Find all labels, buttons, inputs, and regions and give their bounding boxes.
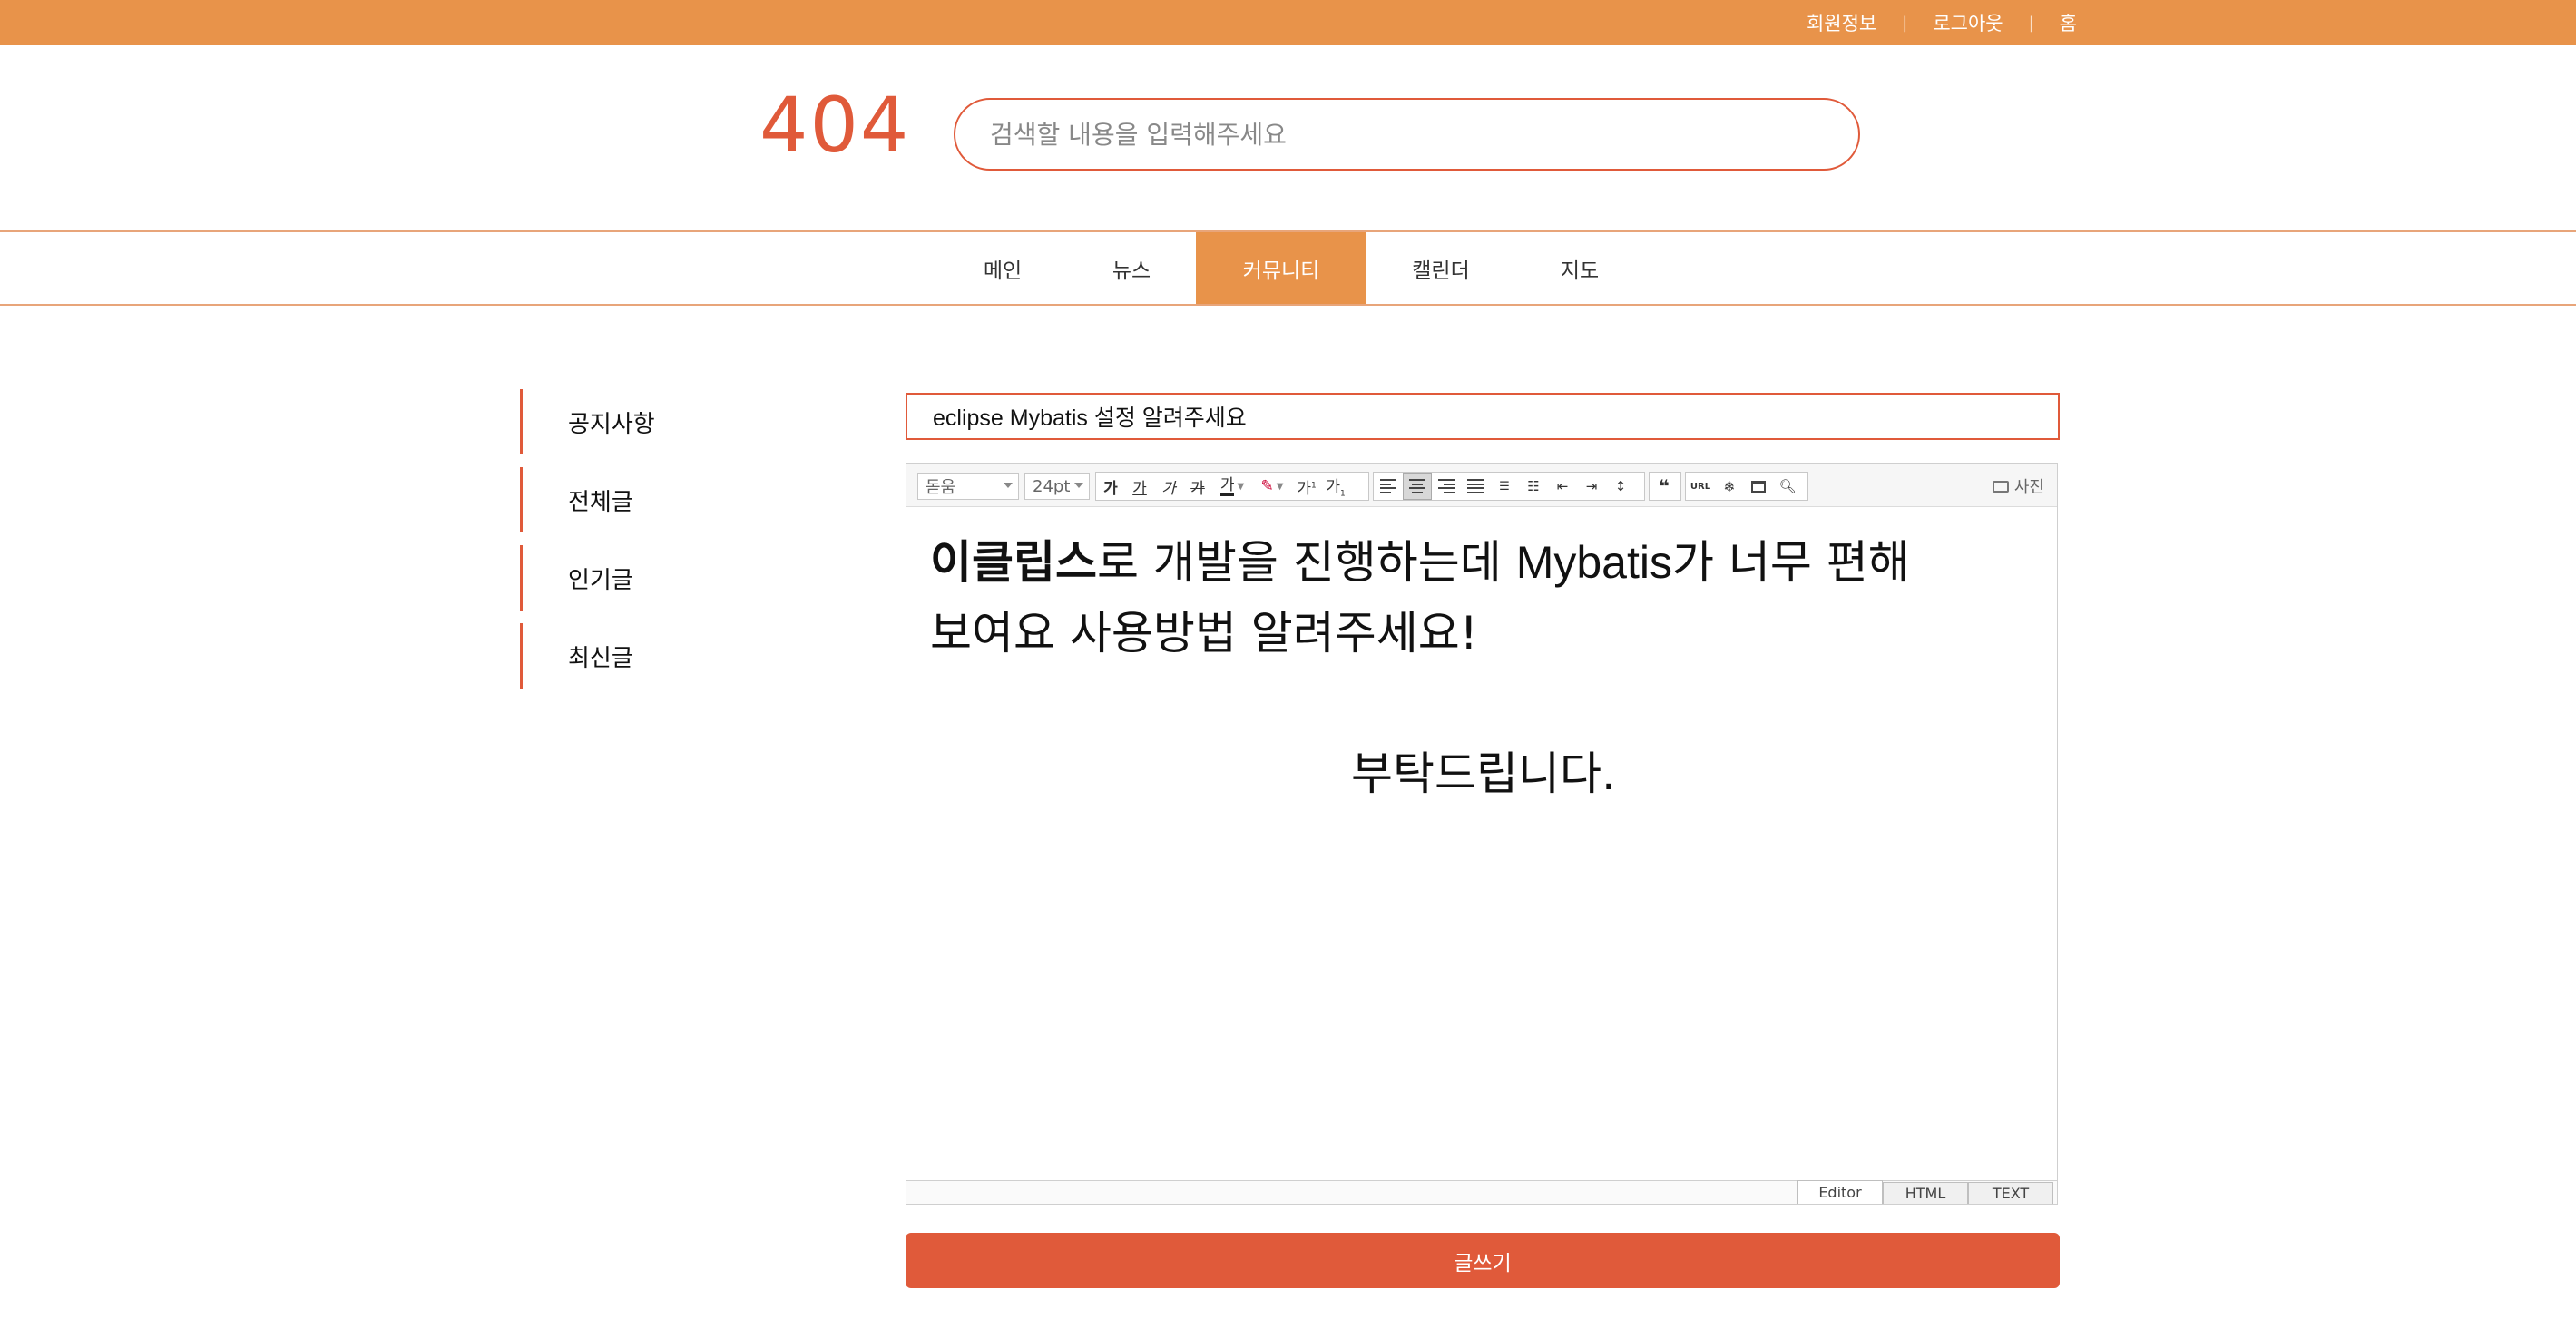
photo-label: 사진: [2013, 478, 2044, 497]
nav-community[interactable]: 커뮤니티: [1196, 232, 1366, 304]
sidebar-item-popular[interactable]: 인기글: [520, 545, 792, 611]
unordered-list-button[interactable]: ☷: [1519, 473, 1548, 500]
content-centered-paragraph: 부탁드립니다.: [1351, 747, 1616, 800]
bold-button[interactable]: 가: [1096, 473, 1125, 500]
logout-link[interactable]: 로그아웃: [1933, 9, 2003, 36]
chevron-down-icon: [1074, 483, 1083, 488]
line-height-icon: ↕: [1614, 478, 1627, 494]
ordered-list-button[interactable]: ☰: [1490, 473, 1519, 500]
font-family-select[interactable]: 돋움: [917, 473, 1019, 500]
chevron-down-icon: ▼: [1276, 481, 1284, 492]
font-size-value: 24pt: [1033, 476, 1071, 496]
align-right-button[interactable]: [1432, 473, 1461, 500]
quote-group: ❝: [1649, 472, 1681, 501]
separator: |: [1902, 13, 1908, 33]
font-size-select[interactable]: 24pt: [1024, 473, 1090, 500]
table-icon: [1751, 480, 1766, 493]
site-logo[interactable]: 404: [759, 87, 910, 163]
title-field: [906, 393, 2060, 440]
find-button[interactable]: 🔍︎: [1773, 473, 1802, 500]
align-center-button[interactable]: [1403, 473, 1432, 500]
content-text: 로 개발을 진행하는데: [1097, 536, 1516, 589]
member-info-link[interactable]: 회원정보: [1807, 9, 1876, 36]
tab-editor[interactable]: Editor: [1797, 1180, 1883, 1204]
underline-button[interactable]: 가: [1125, 473, 1154, 500]
url-icon: URL: [1690, 481, 1711, 492]
paragraph-group: ☰ ☷ ⇤ ⇥ ↕: [1373, 472, 1645, 501]
align-right-icon: [1438, 479, 1455, 493]
sidebar-item-notice[interactable]: 공지사항: [520, 389, 792, 454]
font-color-button[interactable]: 가 ▼: [1212, 473, 1252, 500]
align-justify-icon: [1467, 479, 1484, 493]
font-family-value: 돋움: [926, 478, 956, 497]
home-link[interactable]: 홈: [2060, 9, 2077, 36]
superscript-button[interactable]: 가1: [1292, 473, 1321, 500]
italic-button[interactable]: 가: [1154, 473, 1183, 500]
photo-button[interactable]: 사진: [1992, 473, 2044, 500]
format-group: 가 가 가 가 가 ▼ ✎ ▼ 가1 가1: [1095, 472, 1369, 501]
indent-icon: ⇥: [1585, 478, 1598, 494]
outdent-button[interactable]: ⇤: [1548, 473, 1577, 500]
content-text: Mybatis: [1515, 537, 1672, 588]
subscript-button[interactable]: 가1: [1321, 473, 1350, 500]
highlight-color-button[interactable]: ✎ ▼: [1252, 473, 1292, 500]
content-text: 가 너무 편해: [1671, 536, 1910, 589]
align-justify-button[interactable]: [1461, 473, 1490, 500]
quote-icon: ❝: [1659, 475, 1670, 497]
unordered-list-icon: ☷: [1527, 478, 1540, 494]
nav-main[interactable]: 메인: [945, 232, 1060, 304]
ordered-list-icon: ☰: [1499, 479, 1510, 493]
special-char-icon: ❄: [1723, 477, 1736, 495]
quote-button[interactable]: ❝: [1650, 473, 1679, 500]
table-button[interactable]: [1744, 473, 1773, 500]
rich-text-editor: 돋움 24pt 가 가 가 가 가 ▼ ✎ ▼ 가1 가1 ☰ ☷ ⇤ ⇥ ↕ …: [906, 463, 2058, 1205]
align-left-icon: [1380, 479, 1396, 493]
editor-toolbar: 돋움 24pt 가 가 가 가 가 ▼ ✎ ▼ 가1 가1 ☰ ☷ ⇤ ⇥ ↕ …: [906, 464, 2057, 507]
tab-text[interactable]: TEXT: [1968, 1182, 2053, 1204]
subscript-icon: 가1: [1326, 478, 1346, 499]
nav-calendar[interactable]: 캘린더: [1384, 232, 1498, 304]
nav-news[interactable]: 뉴스: [1074, 232, 1189, 304]
chevron-down-icon: [1004, 483, 1013, 488]
main-nav: 메인 뉴스 커뮤니티 캘린더 지도: [0, 230, 2576, 306]
link-button[interactable]: URL: [1686, 473, 1715, 500]
content-paragraph: 보여요 사용방법 알려주세요!: [930, 607, 1478, 660]
write-post-button[interactable]: 글쓰기: [906, 1233, 2060, 1288]
top-bar: 회원정보 | 로그아웃 | 홈: [0, 0, 2576, 45]
top-links: 회원정보 | 로그아웃 | 홈: [1807, 0, 2077, 45]
search-input[interactable]: [988, 118, 1858, 151]
insert-group: URL ❄ 🔍︎: [1685, 472, 1808, 501]
editor-content[interactable]: 이클립스로 개발을 진행하는데 Mybatis가 너무 편해 보여요 사용방법 …: [930, 527, 2037, 809]
title-input[interactable]: [931, 402, 2058, 431]
bold-text: 이클립스: [930, 536, 1097, 589]
editor-mode-bar: Editor HTML TEXT: [906, 1180, 2057, 1204]
search-box: [954, 98, 1860, 171]
chevron-down-icon: ▼: [1237, 481, 1245, 492]
nav-map[interactable]: 지도: [1523, 232, 1637, 304]
align-left-button[interactable]: [1374, 473, 1403, 500]
strikethrough-button[interactable]: 가: [1183, 473, 1212, 500]
outdent-icon: ⇤: [1556, 478, 1569, 494]
search-icon: 🔍︎: [1778, 478, 1797, 494]
align-center-icon: [1409, 479, 1425, 493]
superscript-icon: 가1: [1297, 479, 1317, 498]
sidebar-item-latest[interactable]: 최신글: [520, 623, 792, 689]
content-paragraph: 이클립스로 개발을 진행하는데 Mybatis가 너무 편해: [930, 527, 2037, 598]
line-height-button[interactable]: ↕: [1606, 473, 1635, 500]
font-color-icon: 가: [1219, 475, 1235, 496]
sidebar-item-all-posts[interactable]: 전체글: [520, 467, 792, 532]
separator: |: [2028, 13, 2034, 33]
camera-icon: [1992, 480, 2009, 493]
highlighter-icon: ✎: [1260, 477, 1274, 495]
tab-html[interactable]: HTML: [1883, 1182, 1968, 1204]
indent-button[interactable]: ⇥: [1577, 473, 1606, 500]
special-char-button[interactable]: ❄: [1715, 473, 1744, 500]
